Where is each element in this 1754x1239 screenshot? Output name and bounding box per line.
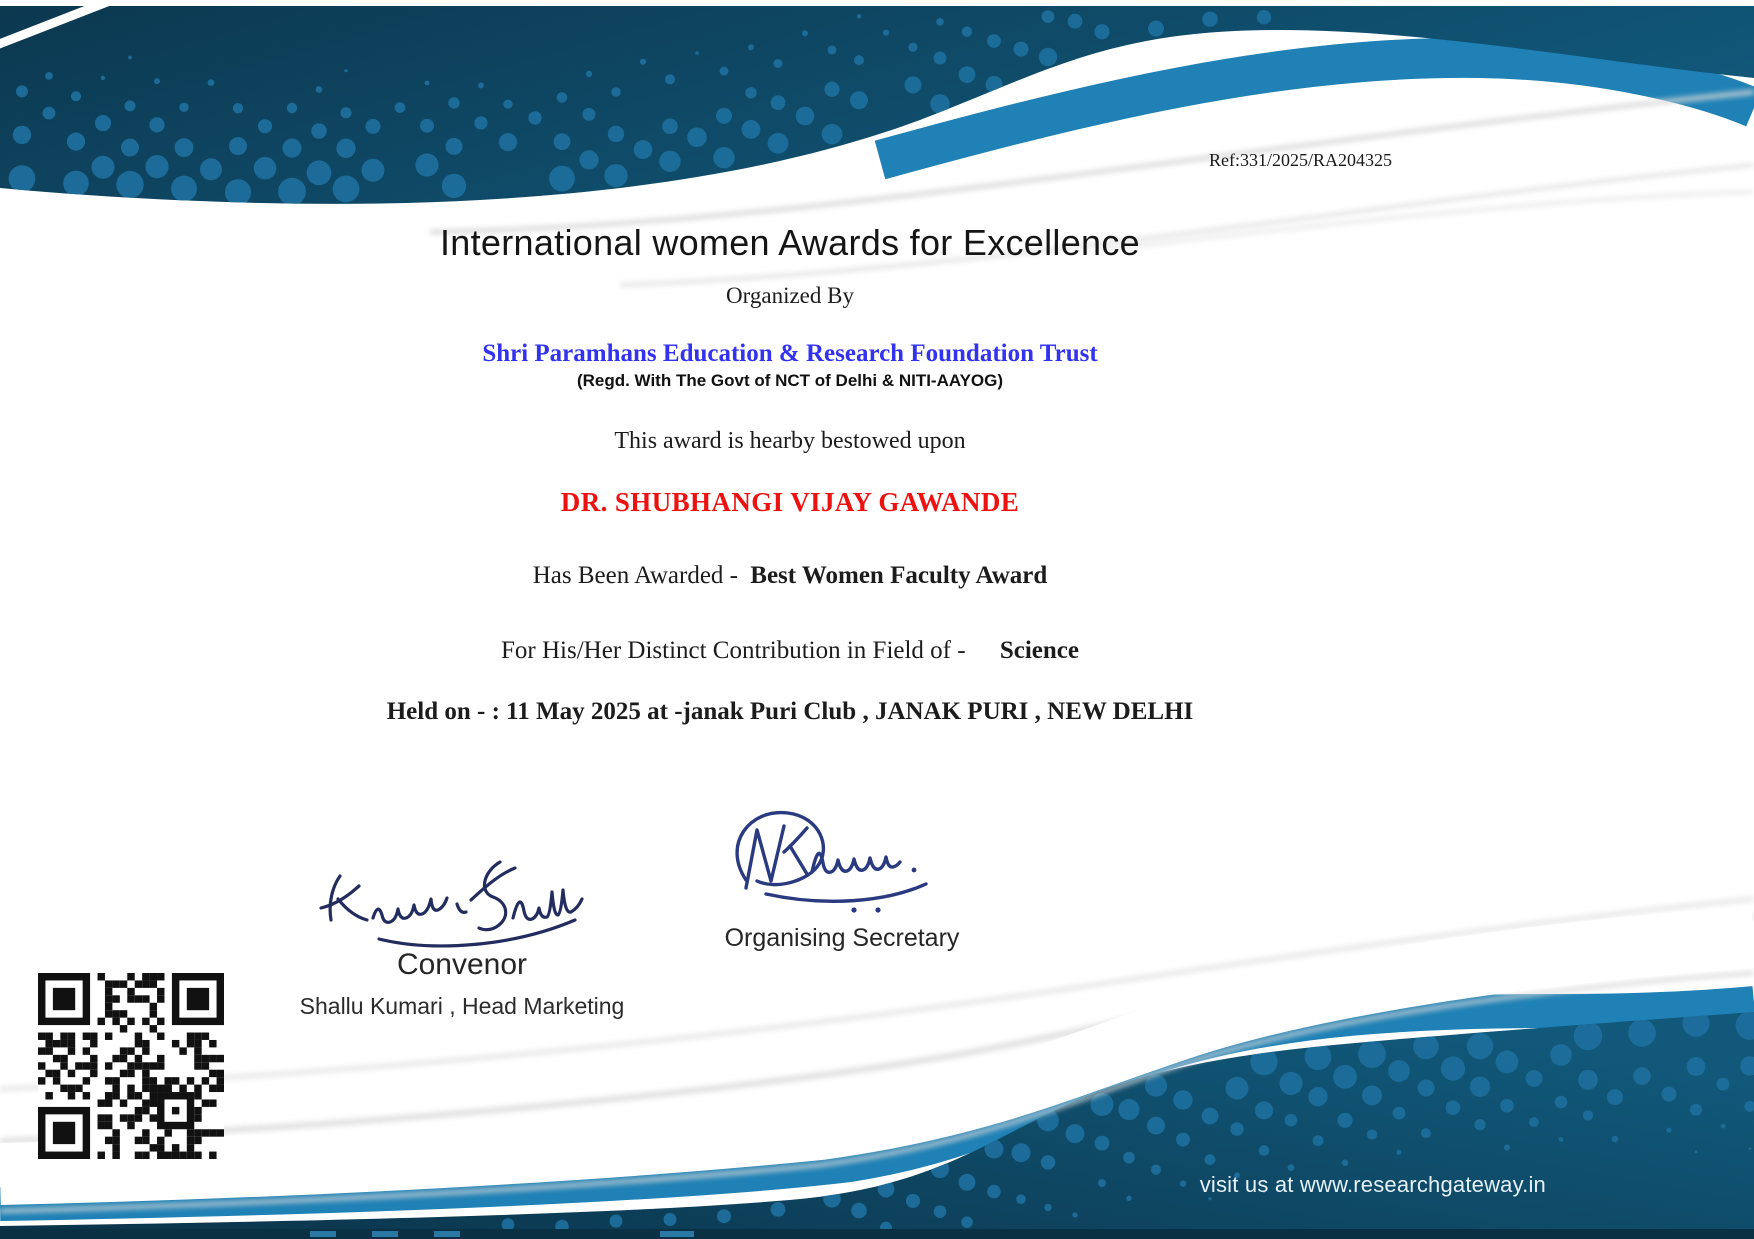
registration-line: (Regd. With The Govt of NCT of Delhi & N… (576, 371, 1004, 390)
certificate-title: International women Awards for Excellenc… (439, 222, 1140, 263)
organization-name: Shri Paramhans Education & Research Foun… (482, 340, 1098, 367)
award-prefix: Has Been Awarded - (532, 562, 739, 589)
recipient-name: DR. SHUBHANGI VIJAY GAWANDE (560, 487, 1020, 517)
organising-secretary-signature-icon (735, 810, 928, 913)
event-line: Held on - : 11 May 2025 at -janak Puri C… (386, 698, 1194, 725)
bottom-white-swoosh (0, 906, 1754, 1205)
organising-secretary-title: Organising Secretary (724, 924, 960, 952)
field-value: Science (999, 637, 1079, 664)
field-prefix: For His/Her Distinct Contribution in Fie… (501, 637, 966, 664)
convenor-name-line: Shallu Kumari , Head Marketing (299, 993, 625, 1019)
certificate-page: Ref:331/2025/RA204325 International wome… (0, 0, 1754, 1239)
reference-number: Ref:331/2025/RA204325 (1209, 150, 1392, 170)
bottom-dark-wave (0, 1012, 1754, 1239)
award-line: Has Been Awarded - Best Women Faculty Aw… (0, 562, 1580, 590)
field-line: For His/Her Distinct Contribution in Fie… (0, 637, 1580, 665)
convenor-signature-block: Convenor Shallu Kumari , Head Marketing (292, 846, 632, 1020)
bottom-edge-dashes (310, 1231, 694, 1237)
award-name: Best Women Faculty Award (750, 562, 1048, 589)
organising-secretary-signature-block: Organising Secretary (672, 800, 1012, 953)
top-dark-wave (0, 6, 1754, 204)
convenor-signature-icon (319, 860, 584, 948)
organized-by-label: Organized By (726, 283, 854, 308)
convenor-title: Convenor (396, 948, 528, 981)
qr-code-icon (38, 973, 224, 1159)
bottom-halftone-dots (501, 1012, 1754, 1234)
top-halftone-dots (8, 10, 1272, 204)
top-light-band (874, 37, 1754, 180)
bestowed-line: This award is hearby bestowed upon (614, 428, 966, 454)
website-link: visit us at www.researchgateway.in (1199, 1172, 1546, 1197)
